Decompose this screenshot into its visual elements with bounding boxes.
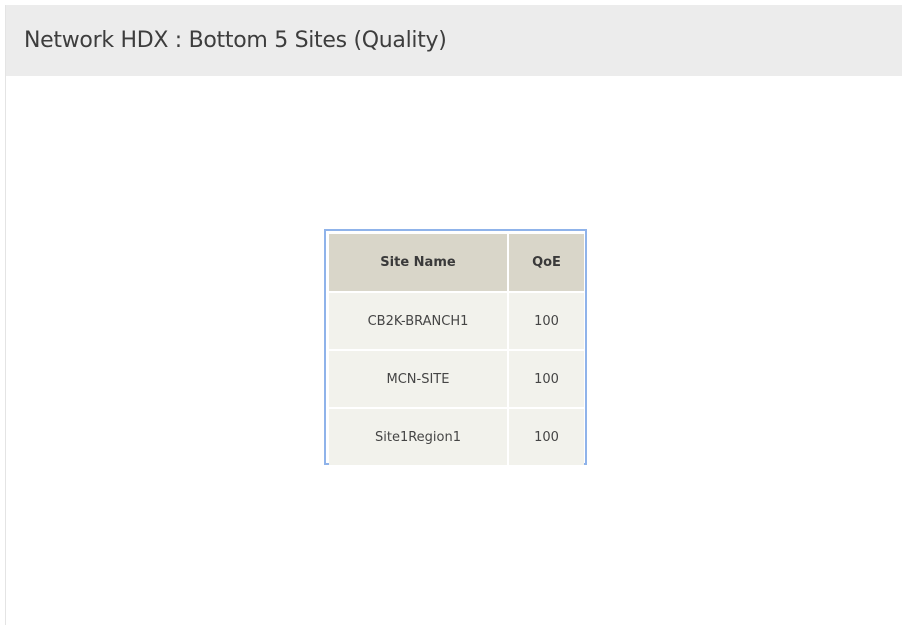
qoe-cell: 100 [509,349,584,407]
site-name-cell: Site1Region1 [329,407,509,465]
table-row: CB2K-BRANCH1 100 [329,291,584,349]
qoe-cell: 100 [509,407,584,465]
site-name-cell: MCN-SITE [329,349,509,407]
column-header-qoe[interactable]: QoE [509,234,584,291]
panel-header: Network HDX : Bottom 5 Sites (Quality) [6,5,902,76]
bottom-sites-table: Site Name QoE CB2K-BRANCH1 100 MCN-SITE … [329,234,584,465]
panel-title: Network HDX : Bottom 5 Sites (Quality) [24,28,447,53]
site-name-cell: CB2K-BRANCH1 [329,291,509,349]
table-row: Site1Region1 100 [329,407,584,465]
column-header-site-name[interactable]: Site Name [329,234,509,291]
table-header-row: Site Name QoE [329,234,584,291]
sites-table-container: Site Name QoE CB2K-BRANCH1 100 MCN-SITE … [324,229,587,465]
network-hdx-panel: Network HDX : Bottom 5 Sites (Quality) S… [5,5,902,625]
qoe-cell: 100 [509,291,584,349]
table-row: MCN-SITE 100 [329,349,584,407]
